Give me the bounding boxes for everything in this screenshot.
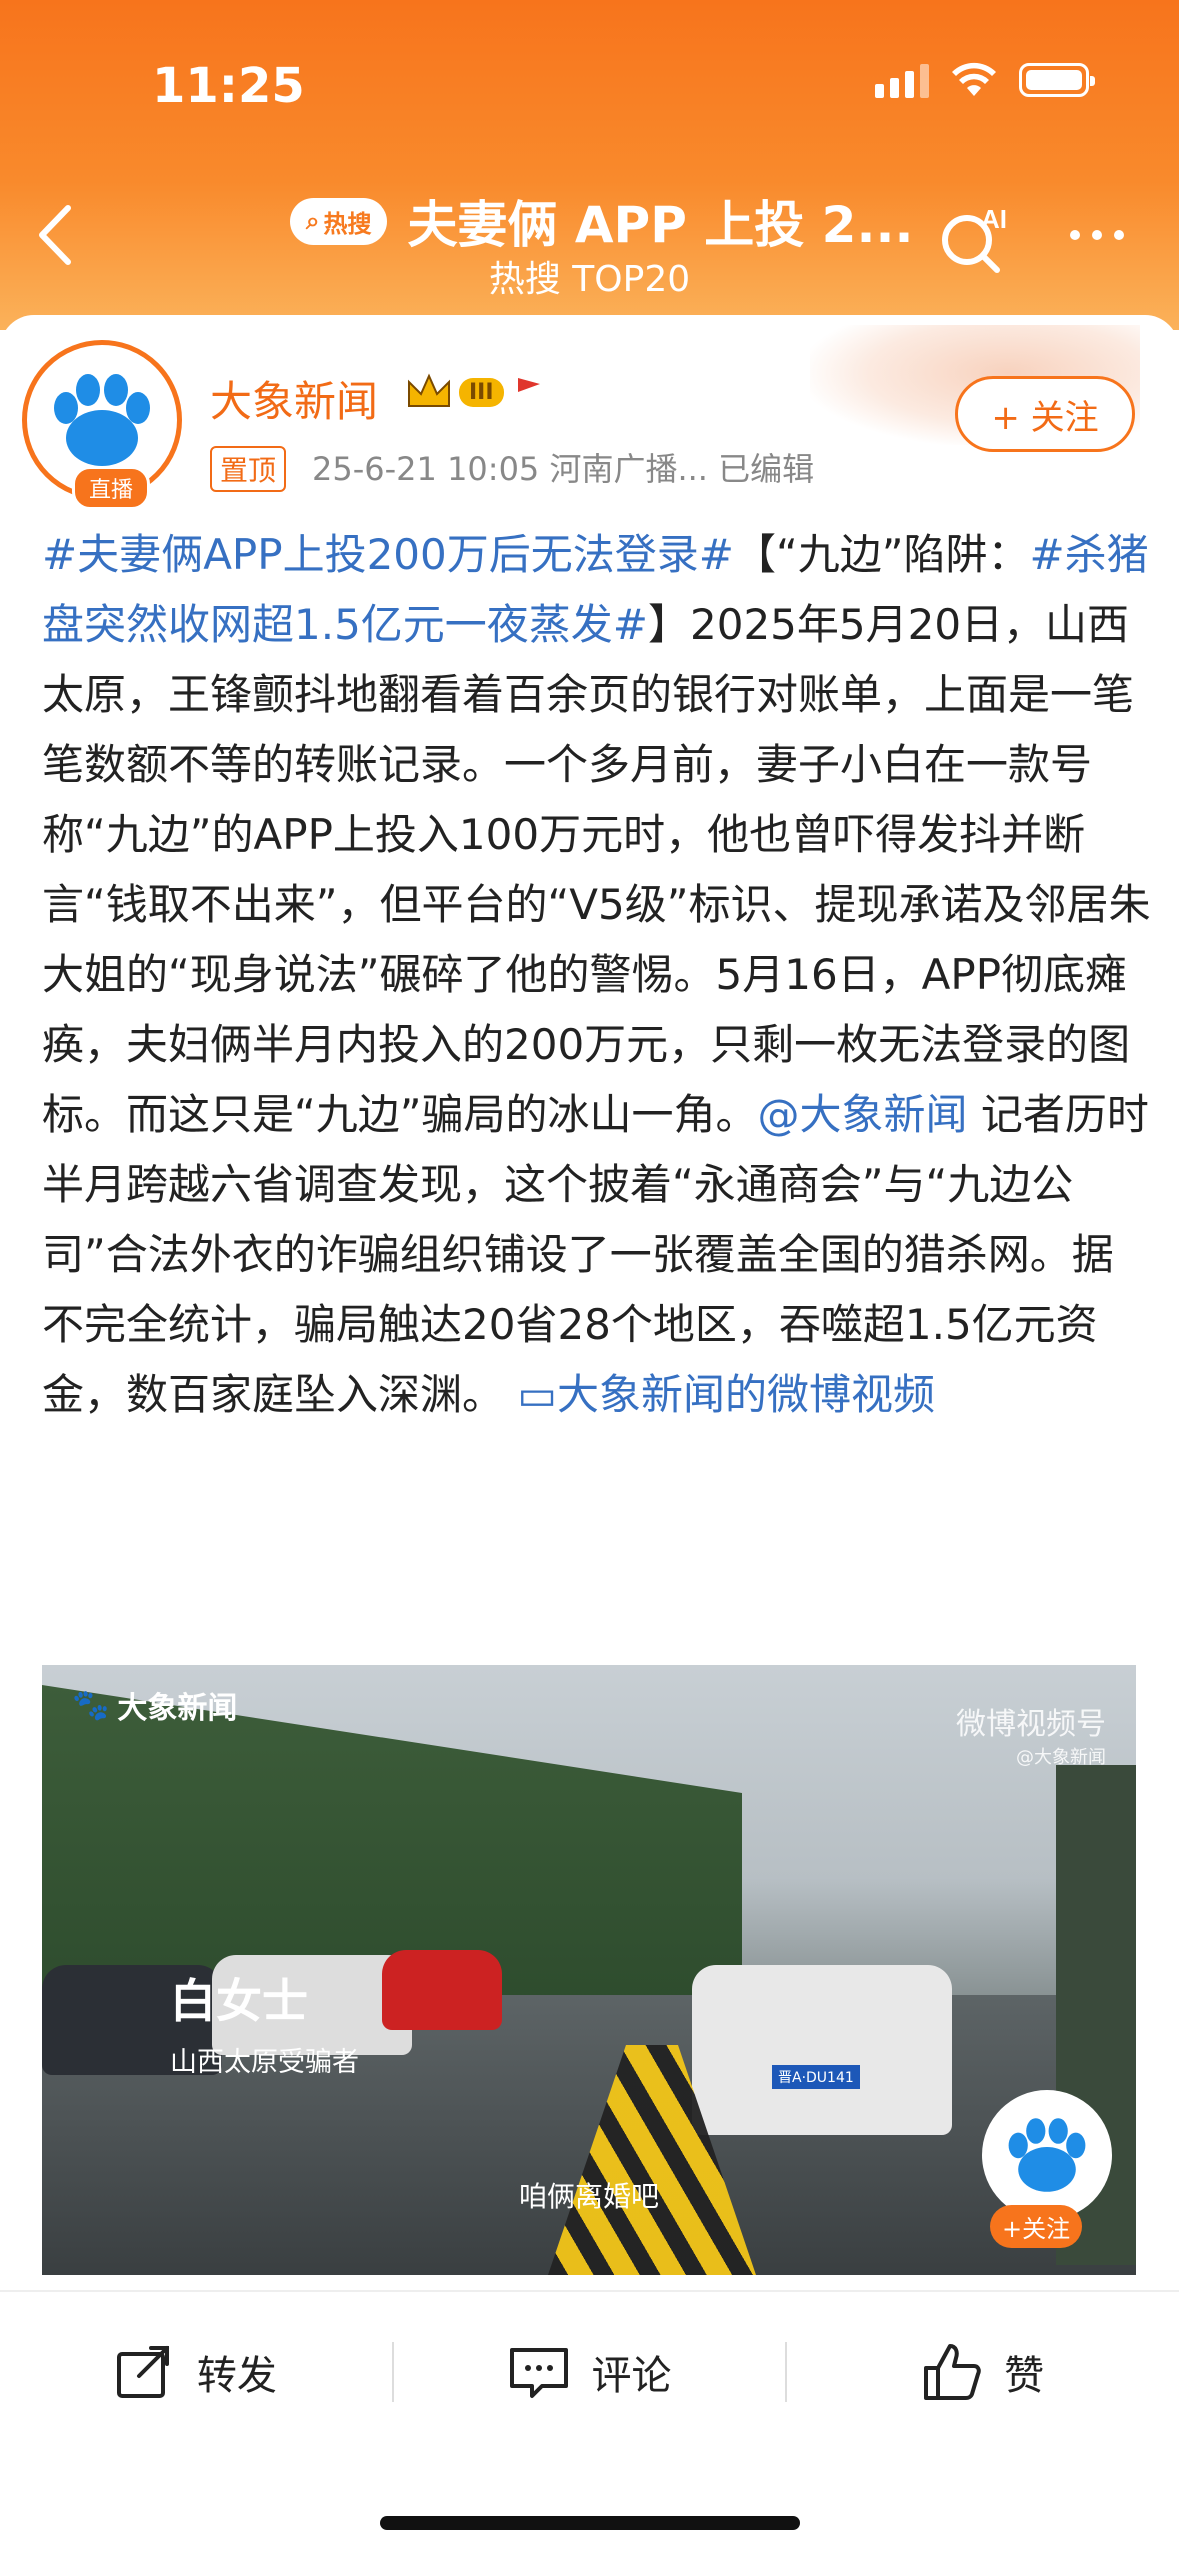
live-badge: 直播	[72, 466, 151, 510]
speaker-description: 山西太原受骗者	[170, 2047, 359, 2078]
mention-link[interactable]: @大象新闻	[758, 1090, 968, 1139]
share-label: 转发	[196, 2353, 277, 2399]
author-name[interactable]: 大象新闻	[210, 368, 378, 429]
share-button[interactable]: 转发	[0, 2292, 392, 2452]
share-icon	[116, 2346, 169, 2398]
post-body: #夫妻俩APP上投200万后无法登录#【“九边”陷阱：#杀猪盘突然收网超1.5亿…	[42, 520, 1152, 1430]
hot-label: 热搜	[323, 209, 372, 238]
paw-logo-icon	[54, 374, 150, 466]
wifi-icon	[952, 62, 996, 96]
video-link[interactable]: ▭大象新闻的微博视频	[517, 1370, 935, 1419]
page-title: 夫妻俩 APP 上投 2...	[407, 196, 914, 254]
status-icons	[875, 62, 1095, 98]
like-button[interactable]: 赞	[787, 2292, 1179, 2452]
level-badge: III	[459, 377, 504, 407]
video-logo-text: 大象新闻	[117, 1691, 238, 1726]
nav-title-row[interactable]: ⌕ 热搜 夫妻俩 APP 上投 2...	[290, 185, 913, 257]
video-link-icon: ▭	[517, 1370, 558, 1419]
video-watermark: 微博视频号 @大象新闻	[956, 1699, 1106, 1769]
hashtag-link[interactable]: #夫妻俩APP上投200万后无法登录#	[42, 530, 734, 579]
post-meta: 25-6-21 10:05 河南广播... 已编辑	[312, 450, 815, 488]
author-avatar[interactable]: 直播	[22, 340, 192, 510]
status-time: 11:25	[152, 58, 305, 114]
video-author-avatar[interactable]	[982, 2090, 1112, 2220]
paw-logo-icon: 🐾	[72, 1687, 110, 1723]
hot-search-badge: ⌕ 热搜	[290, 197, 388, 245]
license-plate: 晋A·DU141	[772, 2065, 860, 2089]
ai-search-icon[interactable]: AI	[935, 200, 1015, 280]
pinned-tag: 置顶	[210, 446, 287, 492]
paw-logo-icon	[1008, 2118, 1086, 2192]
video-link-label: 大象新闻的微博视频	[557, 1370, 936, 1419]
follow-button[interactable]: + 关注	[955, 376, 1135, 452]
comment-icon	[509, 2348, 568, 2398]
like-label: 赞	[1004, 2353, 1045, 2399]
search-icon: ⌕	[306, 207, 320, 235]
video-subtitle: 咱俩离婚吧	[518, 2180, 659, 2213]
video-scene-car	[382, 1950, 502, 2030]
video-player[interactable]: 晋A·DU141 🐾 大象新闻 微博视频号 @大象新闻 白女士 山西太原受骗者 …	[42, 1665, 1136, 2275]
video-follow-button[interactable]: +关注	[990, 2205, 1083, 2248]
speaker-name: 白女士	[170, 1974, 308, 2028]
cellular-signal-icon	[875, 62, 929, 98]
video-scene-car: 晋A·DU141	[692, 1965, 952, 2135]
post-text-segment: 】2025年5月20日，山西太原，王锋颤抖地翻看着百余页的银行对账单，上面是一笔…	[42, 600, 1151, 1139]
comment-label: 评论	[591, 2353, 672, 2399]
action-bar: 转发 评论 赞	[0, 2290, 1179, 2452]
battery-icon	[1019, 63, 1095, 97]
watermark-sub: @大象新闻	[1016, 1747, 1106, 1768]
video-channel-logo: 🐾 大象新闻	[72, 1683, 237, 1727]
flag-icon	[517, 378, 540, 406]
post-text-segment: 【“九边”陷阱：	[733, 530, 1030, 579]
svg-text:AI: AI	[981, 204, 1007, 234]
top-header: 11:25 ⌕ 热搜 夫妻俩 APP 上投 2... 热搜 TOP20 AI	[0, 0, 1179, 330]
more-options-icon[interactable]	[1070, 230, 1124, 240]
home-indicator[interactable]	[380, 2516, 800, 2530]
thumbs-up-icon	[924, 2344, 981, 2400]
comment-button[interactable]: 评论	[394, 2292, 786, 2452]
watermark-text: 微博视频号	[956, 1707, 1106, 1742]
crown-icon	[408, 373, 450, 407]
vip-crown-badge: III	[405, 372, 546, 412]
